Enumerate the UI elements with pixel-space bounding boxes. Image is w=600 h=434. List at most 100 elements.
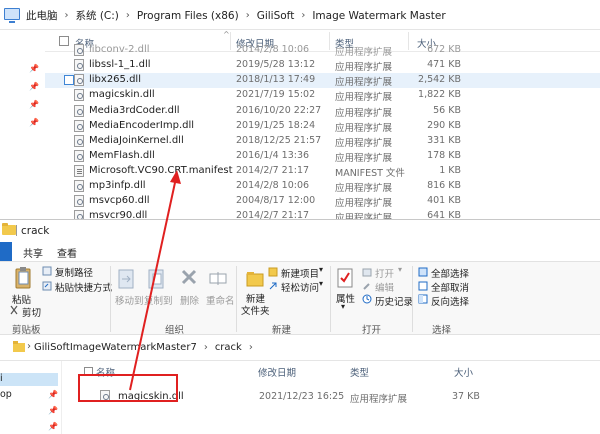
table-row[interactable]: MediaEncoderImp.dll 2019/1/25 18:24 应用程序扩展… bbox=[45, 119, 600, 134]
copy-to-button[interactable]: 复制到 bbox=[144, 293, 173, 307]
rename-button[interactable]: 重命名 bbox=[206, 293, 235, 307]
tab-view[interactable]: 查看 bbox=[57, 245, 77, 260]
move-to-button[interactable]: 移动到 bbox=[115, 293, 144, 307]
tab-share[interactable]: 共享 bbox=[23, 245, 43, 260]
column-type[interactable]: 类型 bbox=[350, 365, 369, 379]
pin-icon[interactable]: 📌 bbox=[29, 101, 39, 109]
breadcrumb-item[interactable]: GiliSoftImageWatermarkMaster7 bbox=[34, 342, 197, 353]
file-size: 1,822 KB bbox=[418, 89, 461, 100]
file-name: Media3rdCoder.dll bbox=[89, 105, 180, 116]
address-bar[interactable]: 此电脑 › 系统 (C:) › Program Files (x86) › GiliS… bbox=[0, 0, 600, 30]
nav-item[interactable]: i bbox=[0, 373, 3, 384]
history-icon bbox=[362, 294, 372, 304]
dll-file-icon bbox=[74, 120, 84, 132]
new-item-button[interactable]: 新建项目 bbox=[281, 266, 319, 280]
column-size[interactable]: 大小 bbox=[454, 365, 473, 379]
file-name: mp3infp.dll bbox=[89, 180, 146, 191]
chevron-right-icon[interactable]: › bbox=[126, 10, 130, 21]
file-size: 2,542 KB bbox=[418, 74, 461, 85]
nav-item[interactable]: op bbox=[0, 389, 12, 400]
table-row[interactable]: msvcp60.dll 2004/8/17 12:00 应用程序扩展 401 KB bbox=[45, 194, 600, 209]
table-row[interactable]: mp3infp.dll 2014/2/8 10:06 应用程序扩展 816 KB bbox=[45, 179, 600, 194]
pin-icon[interactable]: 📌 bbox=[48, 391, 58, 399]
folder-icon bbox=[2, 223, 16, 235]
chevron-down-icon[interactable]: ▾ bbox=[319, 279, 323, 288]
chevron-right-icon[interactable]: › bbox=[65, 10, 69, 21]
copy-path-button[interactable]: 复制路径 bbox=[55, 265, 93, 279]
history-button[interactable]: 历史记录 bbox=[375, 294, 413, 308]
pin-icon[interactable]: 📌 bbox=[29, 65, 39, 73]
file-name: Microsoft.VC90.CRT.manifest bbox=[89, 165, 233, 176]
invert-selection-button[interactable]: 反向选择 bbox=[431, 294, 469, 308]
file-name: msvcp60.dll bbox=[89, 195, 150, 206]
chevron-right-icon[interactable]: › bbox=[301, 10, 305, 21]
open-button[interactable]: 打开 bbox=[375, 266, 394, 280]
file-type: 应用程序扩展 bbox=[335, 108, 393, 119]
select-none-button[interactable]: 全部取消 bbox=[431, 280, 469, 294]
breadcrumb-item[interactable]: 系统 (C:) bbox=[76, 8, 119, 23]
table-row[interactable]: Microsoft.VC90.CRT.manifest 2014/2/7 21:1… bbox=[45, 164, 600, 179]
breadcrumb-item[interactable]: crack bbox=[215, 342, 242, 353]
ribbon-tabs: 共享 查看 bbox=[0, 242, 600, 261]
properties-button[interactable]: 属性 bbox=[336, 291, 355, 305]
chevron-down-icon[interactable]: ▾ bbox=[398, 265, 402, 274]
chevron-right-icon[interactable]: › bbox=[27, 341, 31, 352]
table-row[interactable]: MediaJoinKernel.dll 2018/12/25 21:57 应用程序扩… bbox=[45, 134, 600, 149]
chevron-down-icon[interactable]: ▾ bbox=[319, 265, 323, 274]
chevron-right-icon[interactable]: › bbox=[246, 10, 250, 21]
cut-icon bbox=[10, 305, 18, 315]
paste-button[interactable]: 粘贴 bbox=[12, 292, 31, 306]
chevron-right-icon[interactable]: › bbox=[249, 342, 253, 353]
table-row[interactable]: Media3rdCoder.dll 2016/10/20 22:27 应用程序扩展 5… bbox=[45, 104, 600, 119]
chevron-right-icon[interactable]: › bbox=[204, 342, 208, 353]
group-clipboard: 剪贴板 bbox=[12, 325, 41, 336]
copy-to-icon[interactable] bbox=[147, 268, 167, 290]
select-all-button[interactable]: 全部选择 bbox=[431, 266, 469, 280]
row-checkbox[interactable] bbox=[64, 75, 74, 85]
file-size: 1 KB bbox=[439, 165, 461, 176]
paste-icon[interactable] bbox=[14, 266, 32, 290]
new-folder-icon[interactable] bbox=[245, 268, 265, 288]
nav-selected-item[interactable] bbox=[0, 373, 58, 386]
easy-access-icon bbox=[269, 282, 277, 290]
file-list: ^ 名称 修改日期 类型 大小 libconv-2.dll 2014/2/8 10… bbox=[45, 30, 600, 220]
dll-file-icon bbox=[74, 105, 84, 117]
top-explorer-window: 此电脑 › 系统 (C:) › Program Files (x86) › GiliS… bbox=[0, 0, 600, 220]
dll-file-icon bbox=[74, 89, 84, 101]
move-to-icon[interactable] bbox=[117, 268, 137, 290]
dll-file-icon bbox=[74, 150, 84, 162]
file-type: 应用程序扩展 bbox=[335, 198, 393, 209]
rename-icon[interactable] bbox=[208, 268, 228, 288]
delete-button[interactable]: 删除 bbox=[180, 293, 199, 307]
chevron-down-icon[interactable]: ▾ bbox=[341, 302, 345, 311]
address-bar[interactable]: › GiliSoftImageWatermarkMaster7 › crack … bbox=[0, 335, 600, 361]
new-folder-label[interactable]: 文件夹 bbox=[241, 303, 270, 317]
file-date: 2016/1/4 13:36 bbox=[236, 150, 310, 161]
table-row[interactable]: magicskin.dll 2021/7/19 15:02 应用程序扩展 1,822 … bbox=[45, 88, 600, 103]
pin-icon[interactable]: 📌 bbox=[48, 407, 58, 415]
table-row[interactable]: libssl-1_1.dll 2019/5/28 13:12 应用程序扩展 471 K… bbox=[45, 58, 600, 73]
file-date: 2018/1/13 17:49 bbox=[236, 74, 316, 85]
breadcrumb-item[interactable]: Program Files (x86) bbox=[137, 10, 239, 22]
ribbon-divider bbox=[412, 266, 413, 332]
delete-icon[interactable] bbox=[180, 268, 198, 288]
file-date: 2004/8/17 12:00 bbox=[236, 195, 316, 206]
easy-access-button[interactable]: 轻松访问 bbox=[281, 280, 319, 294]
edit-button[interactable]: 编辑 bbox=[375, 280, 394, 294]
breadcrumb-item[interactable]: 此电脑 bbox=[26, 8, 58, 23]
pin-icon[interactable]: 📌 bbox=[48, 423, 58, 431]
paste-shortcut-button[interactable]: 粘贴快捷方式 bbox=[55, 280, 112, 294]
table-row[interactable]: libx265.dll 2018/1/13 17:49 应用程序扩展 2,542 KB bbox=[45, 73, 600, 88]
breadcrumb-item[interactable]: Image Watermark Master bbox=[312, 10, 445, 22]
table-row[interactable]: MemFlash.dll 2016/1/4 13:36 应用程序扩展 178 KB bbox=[45, 149, 600, 164]
cut-button[interactable]: 剪切 bbox=[22, 305, 41, 319]
new-item-icon bbox=[268, 267, 278, 277]
pin-icon[interactable]: 📌 bbox=[29, 119, 39, 127]
column-date[interactable]: 修改日期 bbox=[258, 365, 296, 379]
table-row[interactable]: libconv-2.dll 2014/2/8 10:06 应用程序扩展 672 KB bbox=[45, 43, 600, 58]
breadcrumb-item[interactable]: GiliSoft bbox=[257, 10, 295, 22]
pin-icon[interactable]: 📌 bbox=[29, 83, 39, 91]
tab-file[interactable] bbox=[0, 242, 12, 261]
file-name: magicskin.dll bbox=[89, 89, 155, 100]
properties-icon[interactable] bbox=[336, 268, 354, 288]
